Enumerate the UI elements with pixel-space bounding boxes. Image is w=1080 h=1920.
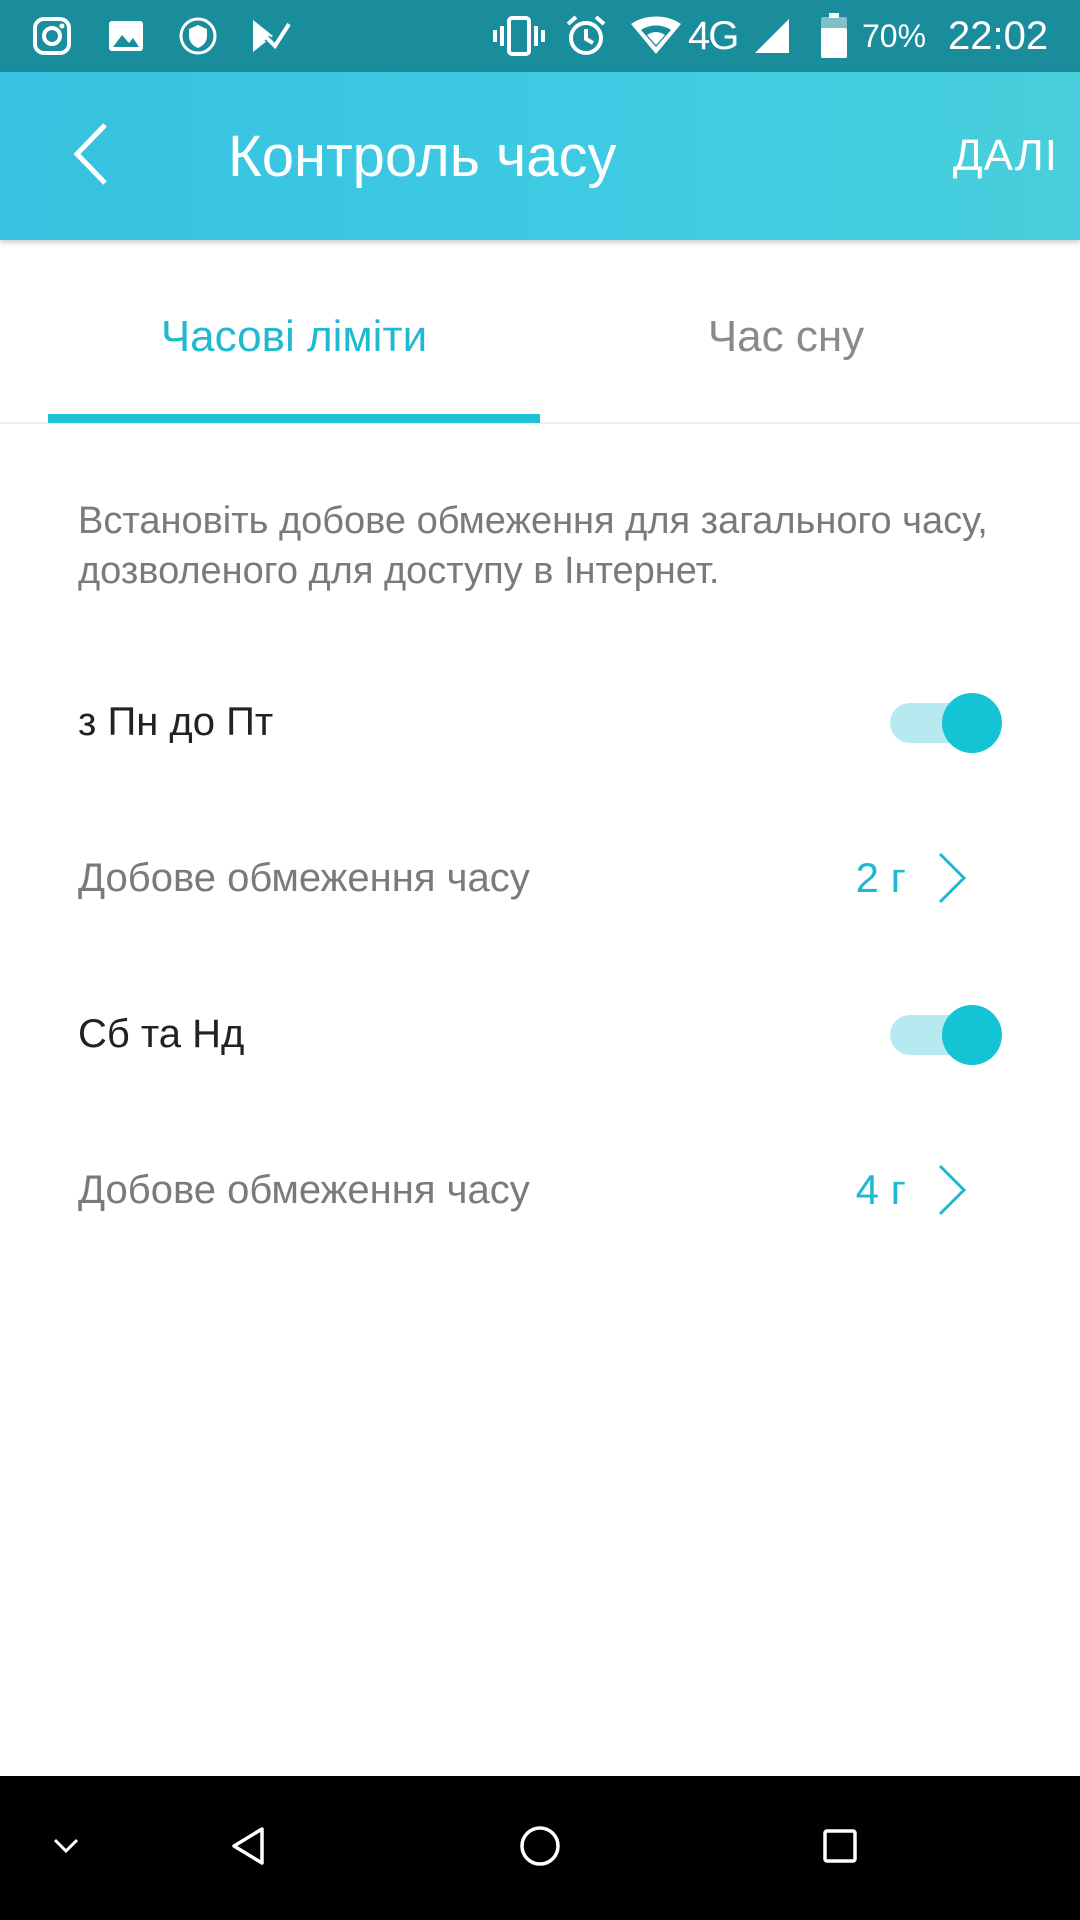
weekend-limit-label: Добове обмеження часу (78, 1167, 530, 1212)
toggle-thumb (942, 693, 1002, 753)
back-button[interactable] (52, 116, 132, 196)
vibrate-icon (490, 14, 548, 58)
tab-bar: Часові ліміти Час сну (0, 240, 1080, 424)
weekend-label: Сб та Нд (78, 1011, 245, 1056)
weekend-limit-row[interactable]: Добове обмеження часу 4 г (0, 1135, 1080, 1245)
weekend-toggle[interactable] (890, 1005, 1002, 1065)
battery-icon (818, 13, 850, 58)
status-bar: 4G 70% 22:02 (0, 0, 1080, 72)
description-text: Встановіть добове обмеження для загально… (78, 500, 988, 592)
shield-icon (176, 14, 220, 58)
weekdays-limit-value: 2 г (855, 854, 906, 901)
gallery-icon (104, 14, 148, 58)
chevron-right-icon (932, 847, 972, 909)
signal-icon (752, 14, 792, 58)
weekdays-limit-label: Добове обмеження часу (78, 855, 530, 900)
system-nav-bar (0, 1776, 1080, 1920)
chevron-down-icon (51, 1836, 81, 1861)
weekdays-toggle[interactable] (890, 693, 1002, 753)
back-triangle-icon (228, 1825, 268, 1872)
weekend-limit-value: 4 г (855, 1166, 906, 1213)
nav-collapse-button[interactable] (44, 1776, 88, 1920)
recents-square-icon (820, 1826, 860, 1871)
back-arrow-icon (67, 119, 117, 194)
wifi-icon (628, 14, 684, 58)
tab-bedtime[interactable]: Час сну (540, 240, 1032, 424)
page-title: Контроль часу (228, 123, 617, 189)
chevron-right-icon (932, 1159, 972, 1221)
weekend-row: Сб та Нд (0, 979, 1080, 1089)
app-bar: Контроль часу ДАЛІ (0, 72, 1080, 240)
nav-recents-button[interactable] (810, 1776, 870, 1920)
check-list-icon (248, 14, 292, 58)
nav-back-button[interactable] (218, 1776, 278, 1920)
toggle-thumb (942, 1005, 1002, 1065)
weekdays-row: з Пн до Пт (0, 667, 1080, 777)
weekdays-label: з Пн до Пт (78, 699, 274, 744)
next-button[interactable]: ДАЛІ (953, 72, 1058, 240)
alarm-icon (562, 14, 610, 58)
tab-indicator (48, 414, 540, 423)
tab-time-limits[interactable]: Часові ліміти (48, 240, 540, 424)
weekdays-limit-row[interactable]: Добове обмеження часу 2 г (0, 823, 1080, 933)
instagram-icon (30, 14, 74, 58)
nav-home-button[interactable] (510, 1776, 570, 1920)
status-time: 22:02 (948, 13, 1049, 58)
home-circle-icon (518, 1824, 562, 1873)
network-type: 4G (688, 13, 739, 58)
battery-percent: 70% (862, 17, 927, 54)
